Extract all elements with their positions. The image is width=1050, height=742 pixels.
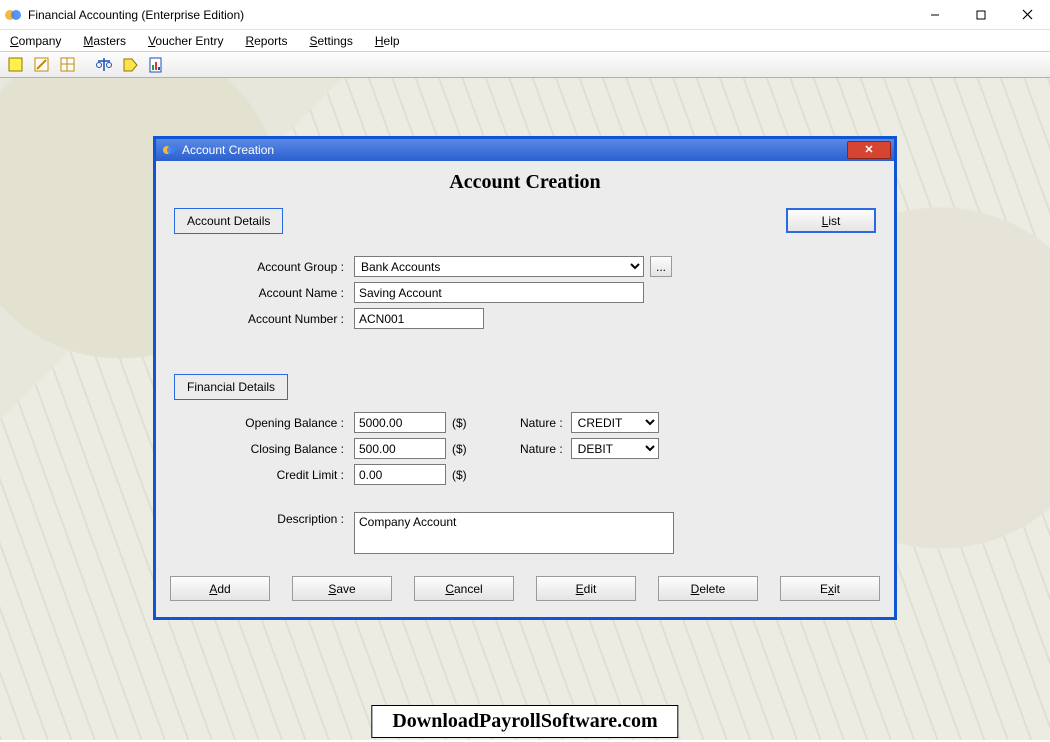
label-nature-opening: Nature : (511, 416, 571, 430)
toolbar-tag-icon[interactable] (120, 55, 140, 75)
label-nature-closing: Nature : (511, 442, 571, 456)
closing-balance-input[interactable] (354, 438, 446, 459)
label-closing-balance: Closing Balance : (224, 442, 354, 456)
financial-details-form: Opening Balance : ($) Nature : CREDIT Cl… (224, 412, 876, 554)
section-account-details: Account Details (174, 208, 283, 234)
toolbar-balance-icon[interactable] (94, 55, 114, 75)
label-description: Description : (224, 512, 354, 526)
dialog-titlebar: Account Creation ✕ (156, 139, 894, 161)
menu-masters[interactable]: Masters (83, 34, 126, 48)
exit-button[interactable]: Exit (780, 576, 880, 601)
menu-help[interactable]: Help (375, 34, 400, 48)
edit-button[interactable]: Edit (536, 576, 636, 601)
section-financial-details: Financial Details (174, 374, 288, 400)
minimize-button[interactable] (912, 0, 958, 30)
toolbar (0, 52, 1050, 78)
footer-banner: DownloadPayrollSoftware.com (371, 705, 678, 738)
label-opening-balance: Opening Balance : (224, 416, 354, 430)
menu-voucher-entry[interactable]: Voucher Entry (148, 34, 223, 48)
window-titlebar: Financial Accounting (Enterprise Edition… (0, 0, 1050, 30)
menu-company[interactable]: Company (10, 34, 61, 48)
account-creation-dialog: Account Creation ✕ Account Creation Acco… (153, 136, 897, 620)
toolbar-report-icon[interactable] (146, 55, 166, 75)
label-account-number: Account Number : (224, 312, 354, 326)
dialog-body: Account Creation Account Details List Ac… (156, 161, 894, 617)
menu-reports[interactable]: Reports (245, 34, 287, 48)
maximize-button[interactable] (958, 0, 1004, 30)
menu-bar: Company Masters Voucher Entry Reports Se… (0, 30, 1050, 52)
credit-limit-input[interactable] (354, 464, 446, 485)
credit-limit-unit: ($) (452, 468, 467, 482)
dialog-icon (162, 143, 176, 157)
account-group-browse-button[interactable]: ... (650, 256, 672, 277)
cancel-button[interactable]: Cancel (414, 576, 514, 601)
app-icon (4, 6, 22, 24)
opening-balance-input[interactable] (354, 412, 446, 433)
nature-closing-select[interactable]: DEBIT (571, 438, 659, 459)
add-button[interactable]: Add (170, 576, 270, 601)
account-name-input[interactable] (354, 282, 644, 303)
label-account-group: Account Group : (224, 260, 354, 274)
dialog-title: Account Creation (182, 143, 844, 157)
account-number-input[interactable] (354, 308, 484, 329)
workspace: Account Creation ✕ Account Creation Acco… (0, 78, 1050, 740)
toolbar-new-icon[interactable] (6, 55, 26, 75)
dialog-button-bar: Add Save Cancel Edit Delete Exit (174, 566, 876, 613)
window-controls (912, 0, 1050, 30)
account-group-select[interactable]: Bank Accounts (354, 256, 644, 277)
opening-balance-unit: ($) (452, 416, 467, 430)
close-button[interactable] (1004, 0, 1050, 30)
nature-opening-select[interactable]: CREDIT (571, 412, 659, 433)
delete-button[interactable]: Delete (658, 576, 758, 601)
label-account-name: Account Name : (224, 286, 354, 300)
save-button[interactable]: Save (292, 576, 392, 601)
window-title: Financial Accounting (Enterprise Edition… (28, 8, 912, 22)
menu-settings[interactable]: Settings (309, 34, 352, 48)
dialog-heading: Account Creation (174, 171, 876, 194)
toolbar-grid-icon[interactable] (58, 55, 78, 75)
account-details-form: Account Group : Bank Accounts ... Accoun… (224, 256, 876, 329)
toolbar-edit-icon[interactable] (32, 55, 52, 75)
closing-balance-unit: ($) (452, 442, 467, 456)
label-credit-limit: Credit Limit : (224, 468, 354, 482)
dialog-close-button[interactable]: ✕ (847, 141, 891, 159)
close-x-icon: ✕ (864, 145, 873, 156)
list-button[interactable]: List (786, 208, 876, 233)
description-textarea[interactable]: Company Account (354, 512, 674, 554)
